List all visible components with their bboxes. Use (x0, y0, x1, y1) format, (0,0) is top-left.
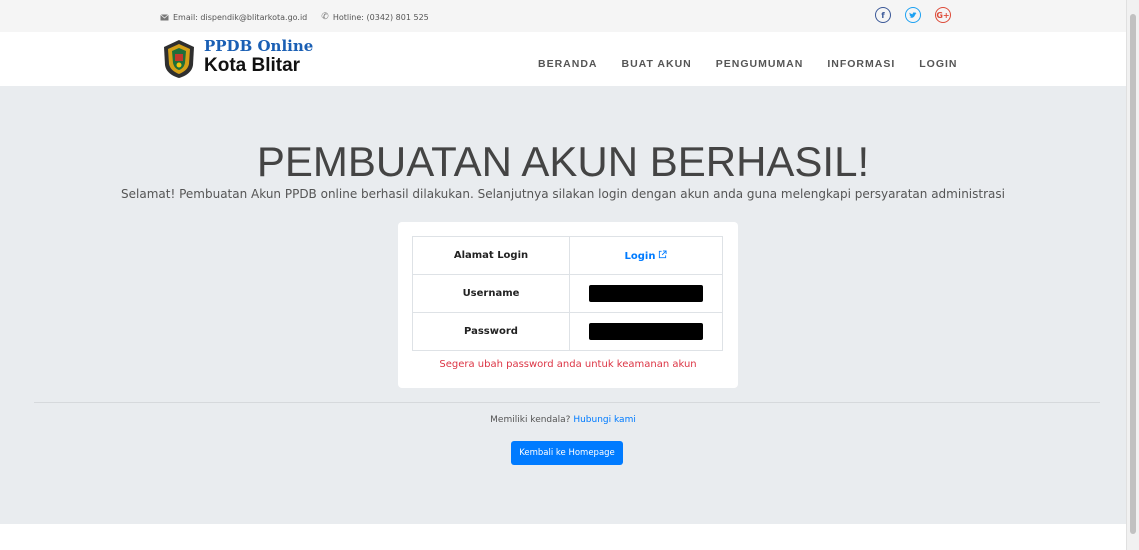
top-bar: Email: dispendik@blitarkota.go.id ✆ Hotl… (0, 0, 1126, 32)
account-info-card: Alamat Login Login Username Password Seg… (398, 222, 738, 388)
facebook-icon[interactable]: f (875, 7, 891, 23)
google-plus-icon[interactable]: G+ (935, 7, 951, 23)
email-info: Email: dispendik@blitarkota.go.id (160, 13, 307, 22)
username-value (569, 274, 723, 313)
main-nav: BERANDA BUAT AKUN PENGUMUMAN INFORMASI L… (538, 58, 982, 70)
login-address-label: Alamat Login (412, 236, 570, 275)
nav-pengumuman[interactable]: PENGUMUMAN (716, 58, 804, 70)
hotline-info: ✆ Hotline: (0342) 801 525 (321, 12, 429, 22)
login-link[interactable]: Login (625, 249, 668, 262)
nav-login[interactable]: LOGIN (919, 58, 957, 70)
contact-us-link[interactable]: Hubungi kami (573, 415, 636, 425)
email-text: Email: dispendik@blitarkota.go.id (173, 12, 308, 22)
redacted-password (589, 323, 703, 340)
nav-buat-akun[interactable]: BUAT AKUN (622, 58, 692, 70)
back-to-homepage-button[interactable]: Kembali ke Homepage (511, 441, 623, 465)
brand-line-2: Kota Blitar (204, 55, 301, 76)
password-label: Password (412, 312, 570, 351)
password-value (569, 312, 723, 351)
password-warning: Segera ubah password anda untuk keamanan… (439, 359, 697, 370)
help-text: Memiliki kendala? Hubungi kami (0, 415, 1126, 425)
divider (34, 402, 1100, 403)
phone-icon: ✆ (321, 12, 329, 22)
success-message: Selamat! Pembuatan Akun PPDB online berh… (121, 187, 1005, 201)
contact-info: Email: dispendik@blitarkota.go.id ✆ Hotl… (160, 12, 429, 22)
social-links: f G+ (875, 7, 951, 23)
envelope-icon (160, 13, 169, 20)
page-title: PEMBUATAN AKUN BERHASIL! (256, 138, 870, 185)
login-address-cell: Login (569, 236, 723, 275)
hero-section: PEMBUATAN AKUN BERHASIL! Selamat! Pembua… (0, 86, 1126, 524)
brand-line-1: PPDB Online (204, 37, 314, 55)
footer (0, 524, 1126, 550)
username-label: Username (412, 274, 570, 313)
navbar: PPDB Online Kota Blitar BERANDA BUAT AKU… (0, 32, 1126, 87)
scrollbar-thumb[interactable] (1130, 14, 1136, 534)
help-question: Memiliki kendala? (490, 415, 571, 425)
account-info-table: Alamat Login Login Username Password (412, 236, 723, 351)
login-link-text[interactable]: Login (625, 251, 656, 262)
table-row: Username (412, 274, 723, 313)
twitter-icon[interactable] (905, 7, 921, 23)
nav-beranda[interactable]: BERANDA (538, 58, 598, 70)
scrollbar[interactable] (1126, 0, 1139, 550)
table-row: Password (412, 312, 723, 351)
hotline-text: Hotline: (0342) 801 525 (332, 12, 429, 22)
table-row: Alamat Login Login (412, 236, 723, 275)
external-link-icon[interactable] (658, 249, 668, 259)
redacted-username (589, 285, 703, 302)
nav-informasi[interactable]: INFORMASI (827, 58, 895, 70)
brand[interactable]: PPDB Online Kota Blitar (204, 38, 313, 77)
kota-blitar-emblem-logo[interactable] (162, 39, 196, 79)
